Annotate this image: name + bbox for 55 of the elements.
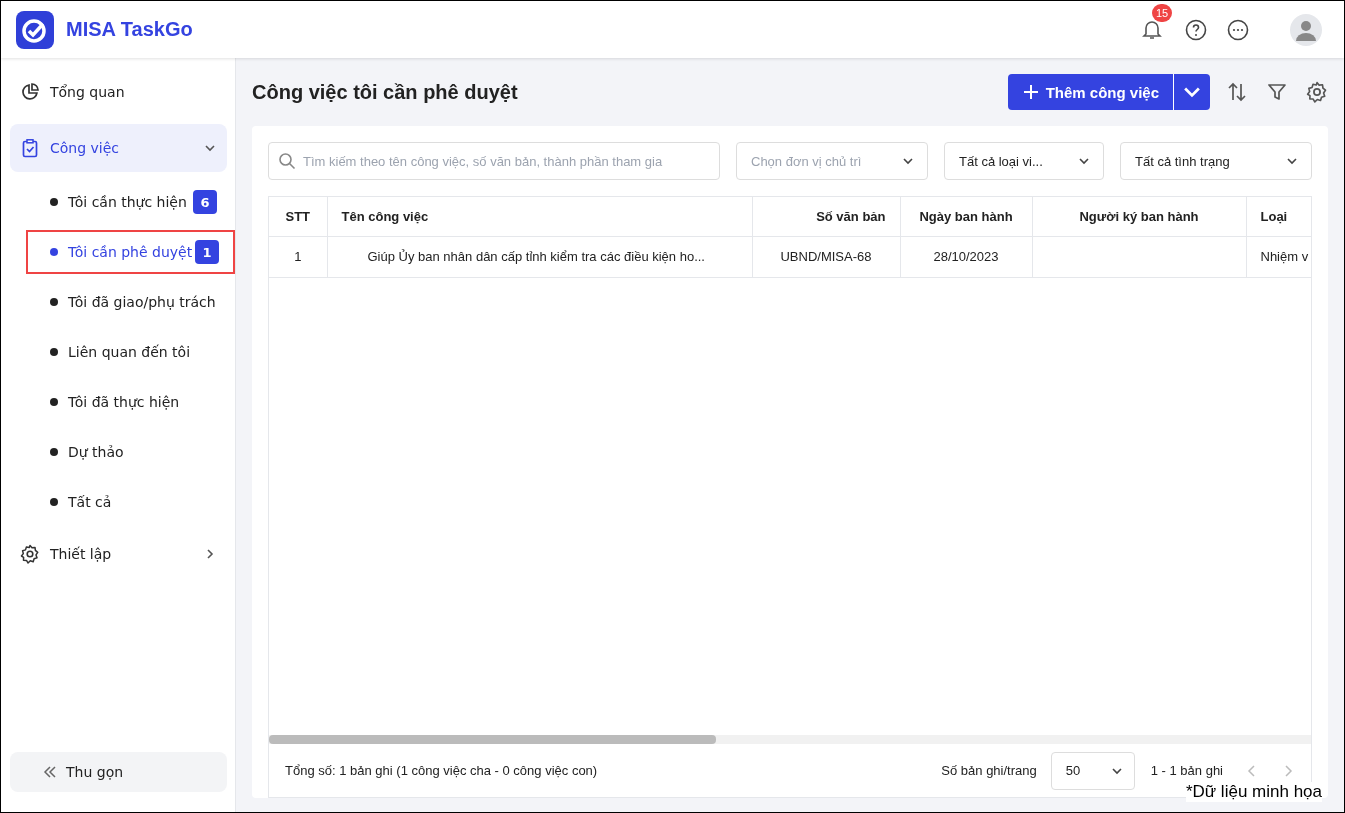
table-cell: UBND/MISA-68 xyxy=(752,236,900,277)
app-name: MISA TaskGo xyxy=(66,18,193,41)
dropdown[interactable]: Tất cả loại vi... xyxy=(944,142,1104,180)
sidebar-item[interactable]: Công việc xyxy=(10,124,227,172)
sidebar-subitem[interactable]: Tôi cần phê duyệt 1 xyxy=(26,230,235,274)
settings-icon xyxy=(20,544,40,564)
dropdown[interactable]: Tất cả tình trạng xyxy=(1120,142,1312,180)
table-cell: 1 xyxy=(269,236,327,277)
sidebar-subitem[interactable]: Dự thảo xyxy=(10,430,227,474)
bullet-icon xyxy=(50,248,58,256)
avatar-icon[interactable] xyxy=(1290,13,1322,46)
plus-icon xyxy=(1021,83,1040,101)
column-header: Ngày ban hành xyxy=(900,197,1032,236)
column-header: Tên công việc xyxy=(327,197,752,236)
collapse-button[interactable]: Thu gọn xyxy=(10,752,227,792)
column-header: Số văn bản xyxy=(752,197,900,236)
horizontal-scrollbar[interactable] xyxy=(269,735,1311,744)
sidebar-item[interactable]: Thiết lập xyxy=(10,530,227,578)
page-size-label: Số bản ghi/trang xyxy=(941,763,1037,778)
page-title: Công việc tôi cần phê duyệt xyxy=(252,80,519,104)
search-field[interactable]: Tìm kiếm theo tên công việc, số văn bản, thành phần tham gia xyxy=(268,142,720,180)
bullet-icon xyxy=(50,198,58,206)
clipboard-check-icon xyxy=(20,138,40,158)
sidebar-subitem[interactable]: Tôi đã giao/phụ trách xyxy=(10,280,227,324)
double-chevron-left-icon xyxy=(42,764,58,780)
filter-icon[interactable] xyxy=(1266,81,1288,103)
page-size-dropdown[interactable]: 50 xyxy=(1050,751,1135,790)
bullet-icon xyxy=(50,398,58,406)
count-badge: 1 xyxy=(195,240,219,264)
notification-badge: 15 xyxy=(1152,3,1173,22)
sidebar-subitem[interactable]: Liên quan đến tôi xyxy=(10,330,227,374)
bullet-icon xyxy=(50,498,58,506)
table-cell: Nhiệm v xyxy=(1246,236,1311,277)
record-summary: Tổng số: 1 bản ghi (1 công việc cha - 0 công việc con) xyxy=(285,763,599,778)
help-icon[interactable] xyxy=(1184,17,1208,42)
logo-icon xyxy=(16,10,54,49)
count-badge: 6 xyxy=(193,190,217,214)
bullet-icon xyxy=(50,298,58,306)
column-header: Loại xyxy=(1246,197,1311,236)
table-cell: Giúp Ủy ban nhân dân cấp tỉnh kiểm tra các điều kiện ho... xyxy=(327,236,752,277)
sidebar-item[interactable]: Tổng quan xyxy=(10,68,227,116)
sort-icon[interactable] xyxy=(1226,81,1248,103)
sidebar-subitem[interactable]: Tất cả xyxy=(10,480,227,524)
column-header: STT xyxy=(269,197,327,236)
bullet-icon xyxy=(50,448,58,456)
more-icon[interactable] xyxy=(1226,17,1250,42)
illustrative-data-note: *Dữ liệu minh họa xyxy=(1185,782,1322,802)
record-range: 1 - 1 bản ghi xyxy=(1150,763,1223,778)
settings-icon[interactable] xyxy=(1306,81,1328,103)
sidebar-subitem[interactable]: Tôi đã thực hiện xyxy=(10,380,227,424)
pie-chart-icon xyxy=(20,82,40,102)
table-cell: 28/10/2023 xyxy=(900,236,1032,277)
column-header: Người ký ban hành xyxy=(1032,197,1246,236)
bullet-icon xyxy=(50,348,58,356)
sidebar-subitem[interactable]: Tôi cần thực hiện 6 xyxy=(10,180,227,224)
